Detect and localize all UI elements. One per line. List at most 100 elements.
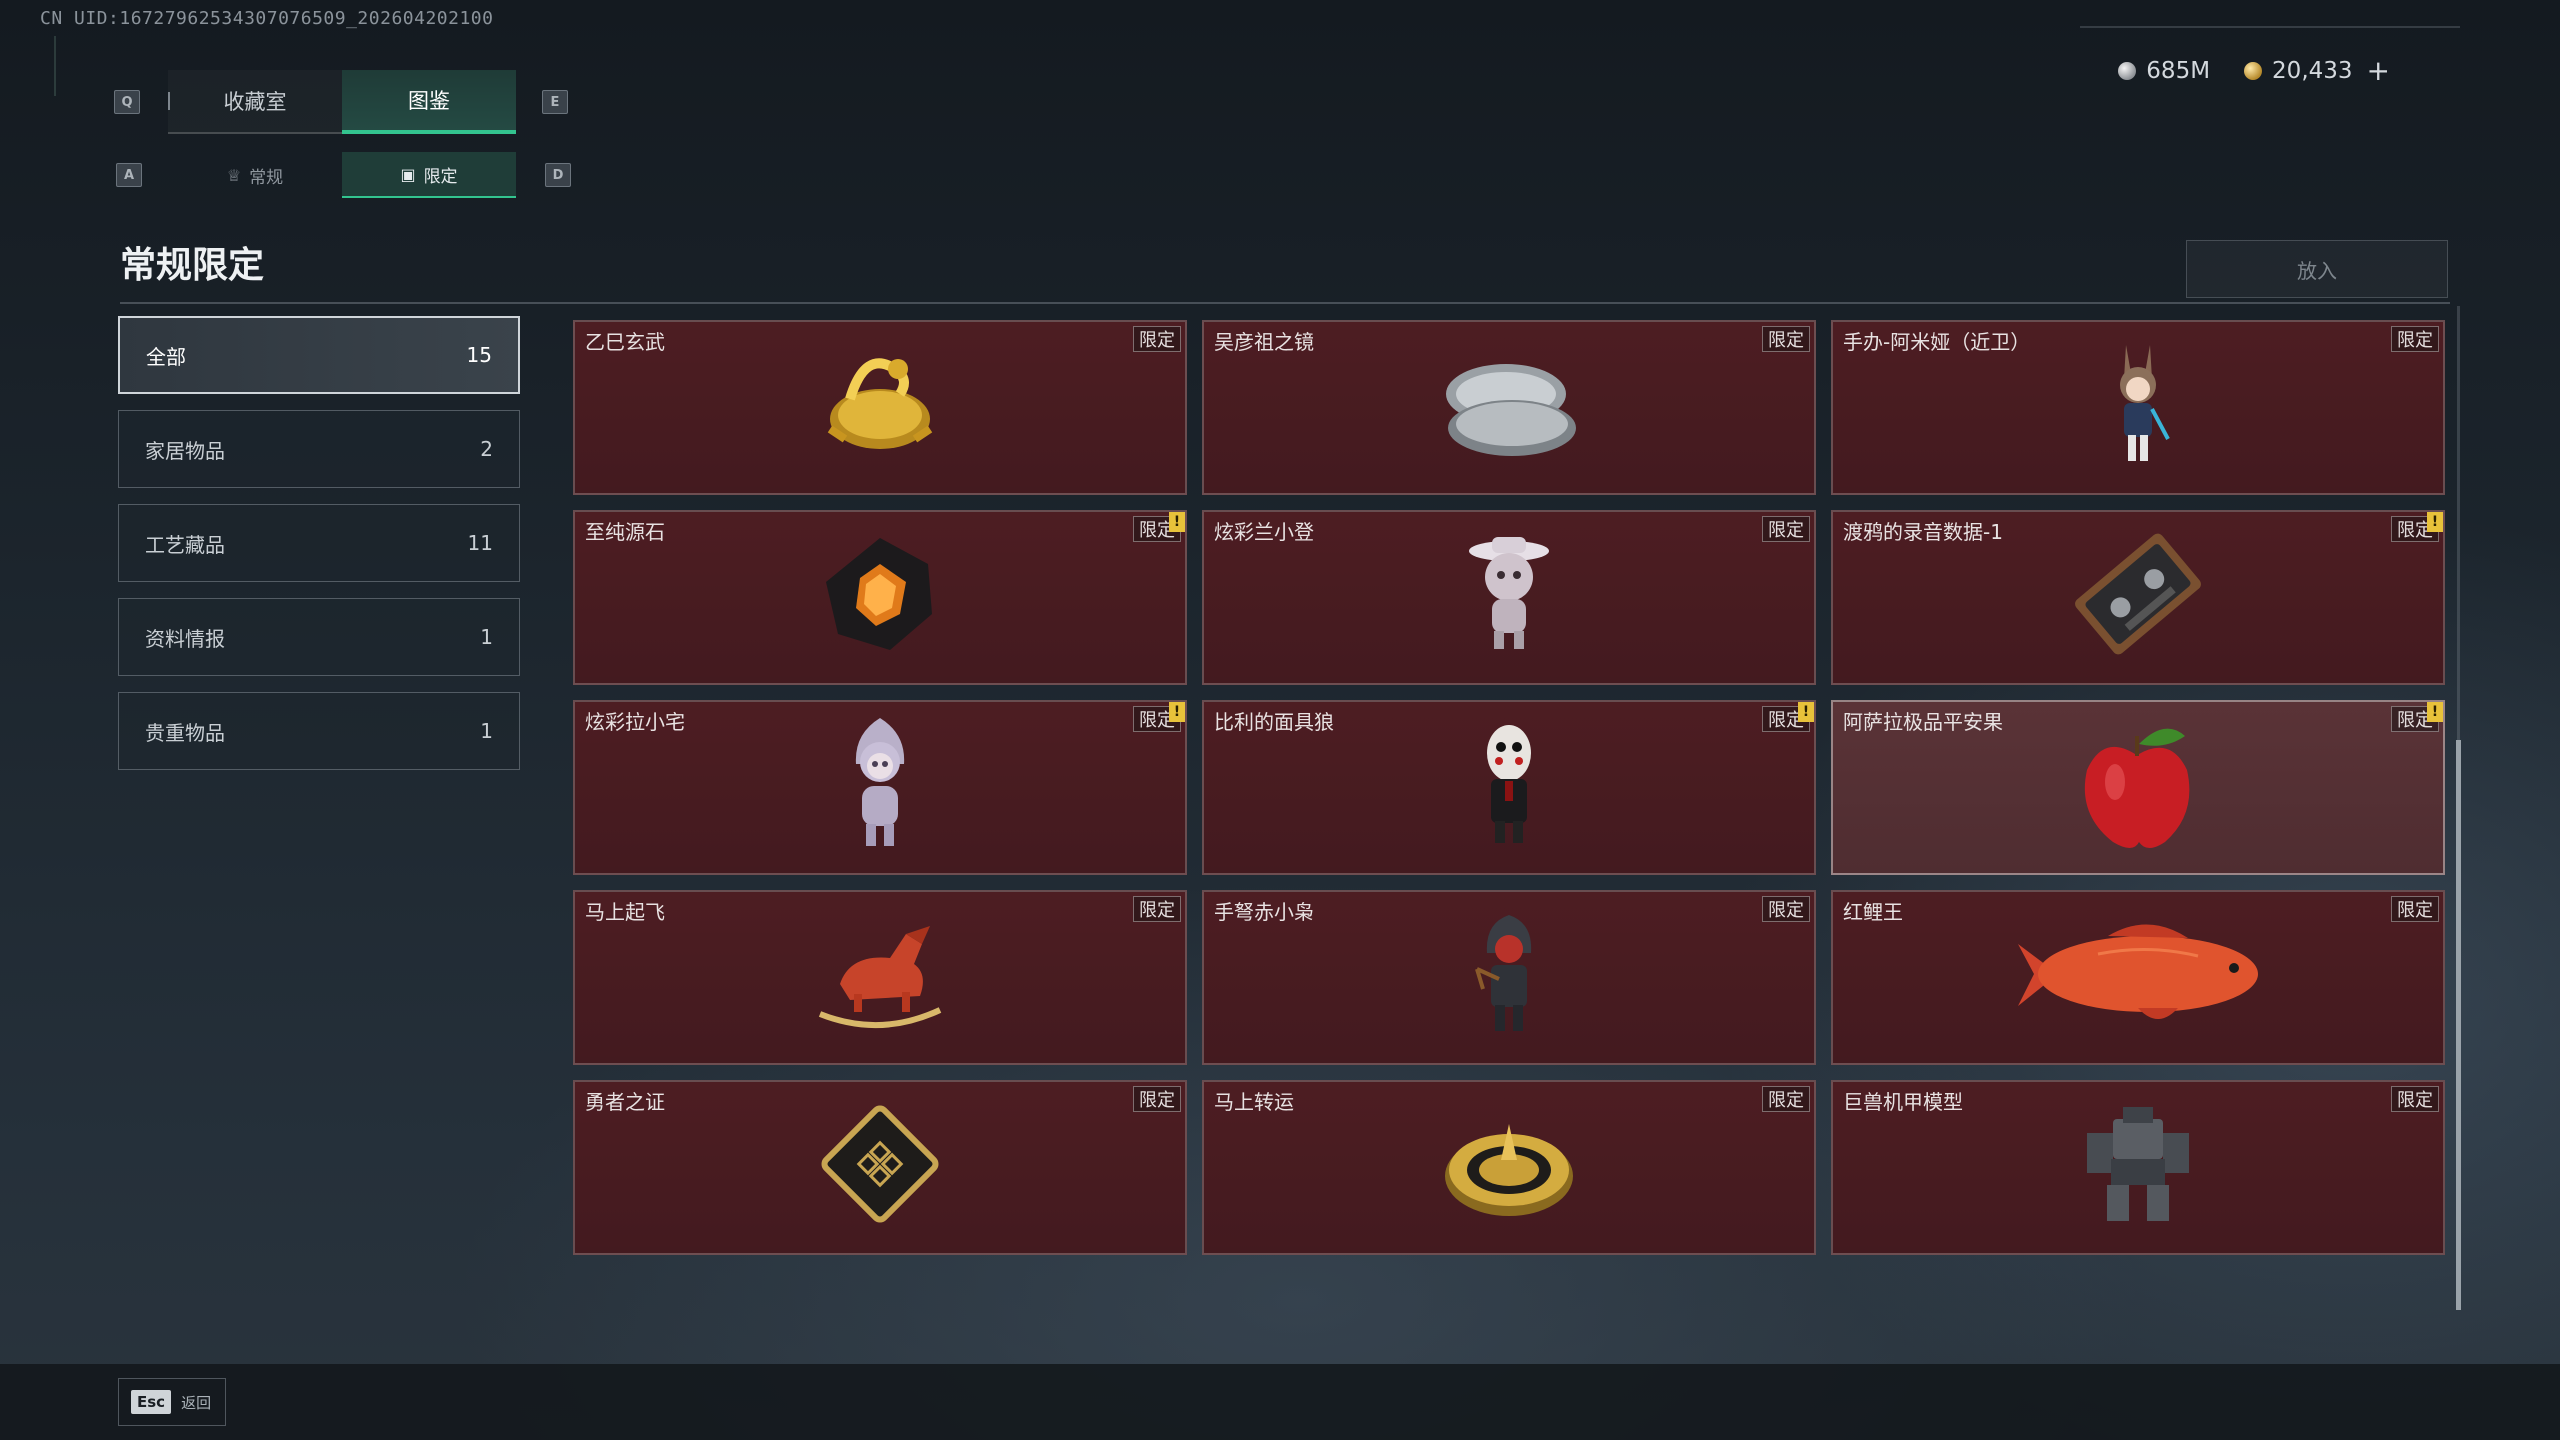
figure-hat-icon bbox=[1464, 529, 1554, 663]
gold-currency: 20,433 + bbox=[2244, 54, 2390, 87]
tab-collection-room[interactable]: 收藏室 bbox=[168, 70, 342, 134]
item-name: 马上转运 bbox=[1214, 1090, 1294, 1114]
limited-tag: 限定 bbox=[2391, 896, 2439, 922]
cassette-icon bbox=[2068, 529, 2208, 663]
puppet-mask-icon bbox=[1469, 719, 1549, 853]
user-id-text: CN UID:16727962534307076509⁠⁠_2026042021… bbox=[40, 8, 494, 29]
item-card[interactable]: 吴彦祖之镜 限定 bbox=[1202, 320, 1816, 495]
item-name: 手办-阿米娅（近卫） bbox=[1843, 330, 2031, 354]
subtab-regular[interactable]: ♕ 常规 bbox=[168, 152, 342, 198]
limited-tag: 限定 bbox=[1762, 1086, 1810, 1112]
item-name: 至纯源石 bbox=[585, 520, 665, 544]
category-valuables[interactable]: 贵重物品 1 bbox=[118, 692, 520, 770]
item-card[interactable]: 马上起飞 限定 bbox=[573, 890, 1187, 1065]
scrollbar-thumb[interactable] bbox=[2456, 740, 2461, 1310]
header-divider bbox=[2080, 26, 2460, 28]
limited-tag: 限定 bbox=[1762, 326, 1810, 352]
item-name: 比利的面具狼 bbox=[1214, 710, 1334, 734]
category-count: 11 bbox=[467, 531, 493, 555]
sub-tabs: ♕ 常规 ▣ 限定 bbox=[168, 152, 516, 198]
item-name: 渡鸦的录音数据-1 bbox=[1843, 520, 2003, 544]
category-count: 2 bbox=[480, 437, 493, 461]
gold-dragon-icon bbox=[810, 339, 950, 473]
item-name: 手弩赤小枭 bbox=[1214, 900, 1314, 924]
back-label: 返回 bbox=[181, 1393, 212, 1412]
limited-tag: 限定 bbox=[1762, 896, 1810, 922]
item-card[interactable]: 乙巳玄武 限定 bbox=[573, 320, 1187, 495]
item-name: 阿萨拉极品平安果 bbox=[1843, 710, 2003, 734]
source-stone-icon bbox=[820, 534, 940, 658]
subtab-limited-label: 限定 bbox=[423, 166, 458, 187]
item-card[interactable]: 至纯源石 限定 ! bbox=[573, 510, 1187, 685]
badge-card-icon bbox=[815, 1099, 945, 1233]
item-name: 吴彦祖之镜 bbox=[1214, 330, 1314, 354]
category-count: 1 bbox=[480, 719, 493, 743]
silver-currency: 685M bbox=[2118, 58, 2210, 84]
item-name: 勇者之证 bbox=[585, 1090, 665, 1114]
trophy-icon: ♕ bbox=[226, 165, 242, 185]
page-title: 常规限定 bbox=[120, 245, 265, 286]
main-tabs: 收藏室 图鉴 bbox=[168, 70, 516, 134]
silver-coin-icon bbox=[2118, 61, 2137, 80]
mech-model-icon bbox=[2073, 1099, 2203, 1233]
item-card[interactable]: 炫彩兰小登 限定 bbox=[1202, 510, 1816, 685]
item-card[interactable]: 红鲤王 限定 bbox=[1831, 890, 2445, 1065]
warning-badge: ! bbox=[1169, 702, 1185, 722]
esc-key-hint: Esc bbox=[131, 1390, 172, 1414]
item-card[interactable]: 手办-阿米娅（近卫） 限定 bbox=[1831, 320, 2445, 495]
warning-badge: ! bbox=[1798, 702, 1814, 722]
gold-amount: 20,433 bbox=[2272, 57, 2353, 84]
item-card[interactable]: 马上转运 限定 bbox=[1202, 1080, 1816, 1255]
category-all[interactable]: 全部 15 bbox=[118, 316, 520, 394]
item-card[interactable]: 手弩赤小枭 限定 bbox=[1202, 890, 1816, 1065]
limited-tag: 限定 bbox=[1133, 326, 1181, 352]
picture-icon: ▣ bbox=[400, 164, 416, 184]
item-name: 乙巳玄武 bbox=[585, 330, 665, 354]
gold-coin-icon bbox=[2244, 61, 2263, 80]
item-name: 炫彩拉小宅 bbox=[585, 710, 685, 734]
category-list: 全部 15 家居物品 2 工艺藏品 11 资料情报 1 贵重物品 1 bbox=[118, 316, 520, 786]
subtab-regular-label: 常规 bbox=[249, 167, 284, 188]
limited-tag: 限定 bbox=[1133, 896, 1181, 922]
item-card[interactable]: 炫彩拉小宅 限定 ! bbox=[573, 700, 1187, 875]
title-divider bbox=[120, 302, 2450, 304]
figure-amiya-icon bbox=[2098, 339, 2178, 473]
put-in-button[interactable]: 放入 bbox=[2186, 240, 2448, 298]
category-label: 家居物品 bbox=[145, 438, 225, 463]
category-home-items[interactable]: 家居物品 2 bbox=[118, 410, 520, 488]
limited-tag: 限定 bbox=[2391, 326, 2439, 352]
tab-catalog[interactable]: 图鉴 bbox=[342, 70, 516, 134]
item-card[interactable]: 阿萨拉极品平安果 限定 ! bbox=[1831, 700, 2445, 875]
item-name: 红鲤王 bbox=[1843, 900, 1903, 924]
add-currency-button[interactable]: + bbox=[2367, 54, 2390, 87]
rocking-horse-icon bbox=[810, 914, 950, 1038]
limited-tag: 限定 bbox=[1762, 516, 1810, 542]
key-hint-e: E bbox=[542, 90, 568, 114]
item-card[interactable]: 渡鸦的录音数据-1 限定 ! bbox=[1831, 510, 2445, 685]
category-intel[interactable]: 资料情报 1 bbox=[118, 598, 520, 676]
warning-badge: ! bbox=[2427, 702, 2443, 722]
corner-decoration bbox=[54, 36, 70, 96]
category-label: 工艺藏品 bbox=[145, 532, 225, 557]
category-count: 15 bbox=[466, 343, 492, 367]
subtab-limited[interactable]: ▣ 限定 bbox=[342, 152, 516, 198]
category-label: 全部 bbox=[146, 344, 186, 369]
koi-fish-icon bbox=[1998, 914, 2278, 1038]
category-count: 1 bbox=[480, 625, 493, 649]
limited-tag: 限定 bbox=[1133, 1086, 1181, 1112]
back-button[interactable]: Esc 返回 bbox=[118, 1378, 226, 1426]
key-hint-d: D bbox=[545, 163, 571, 187]
bottom-bar bbox=[0, 1364, 2560, 1440]
apple-icon bbox=[2073, 714, 2203, 858]
item-card[interactable]: 勇者之证 限定 bbox=[573, 1080, 1187, 1255]
silver-amount: 685M bbox=[2146, 57, 2211, 84]
item-card[interactable]: 巨兽机甲模型 限定 bbox=[1831, 1080, 2445, 1255]
category-label: 贵重物品 bbox=[145, 720, 225, 745]
key-hint-a: A bbox=[116, 163, 142, 187]
category-crafts[interactable]: 工艺藏品 11 bbox=[118, 504, 520, 582]
compact-mirror-icon bbox=[1434, 344, 1584, 468]
limited-tag: 限定 bbox=[2391, 1086, 2439, 1112]
item-name: 马上起飞 bbox=[585, 900, 665, 924]
warning-badge: ! bbox=[2427, 512, 2443, 532]
item-card[interactable]: 比利的面具狼 限定 ! bbox=[1202, 700, 1816, 875]
